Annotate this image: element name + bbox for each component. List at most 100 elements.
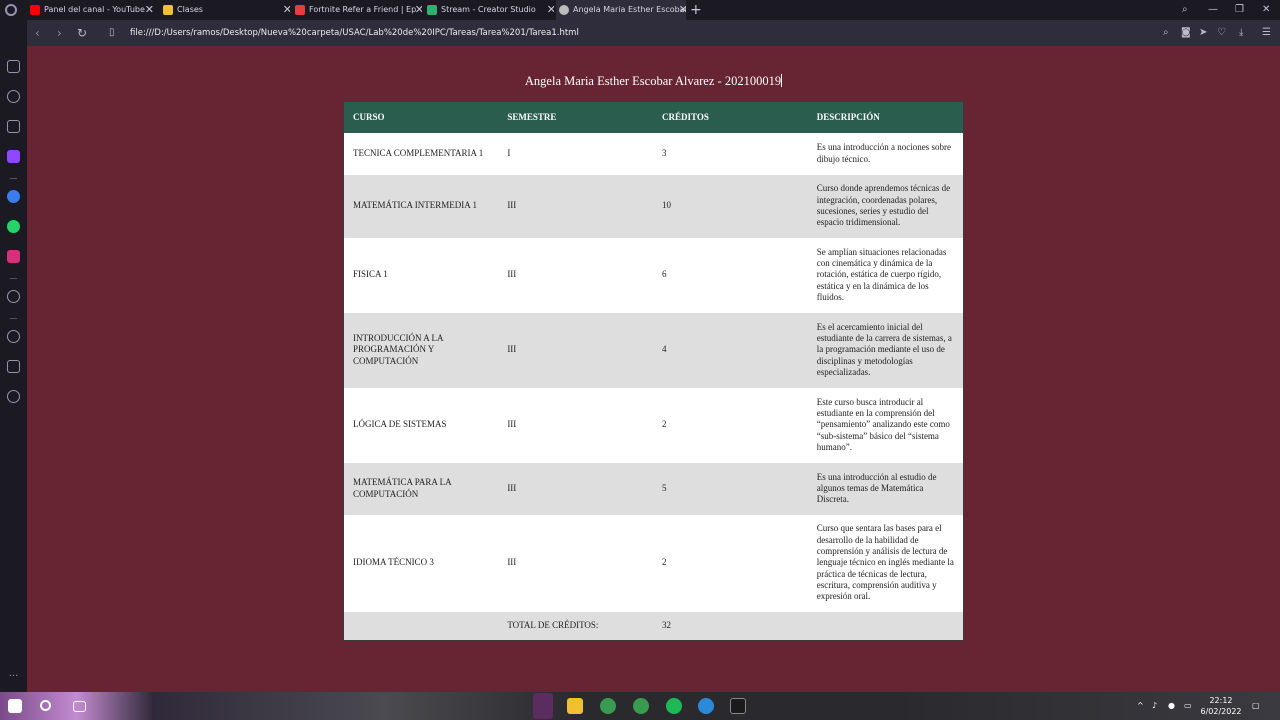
close-icon[interactable]: ✕ xyxy=(547,0,554,20)
opera-logo-icon[interactable] xyxy=(5,4,17,16)
windows-start-icon[interactable] xyxy=(8,699,22,713)
notifications-icon[interactable]: ▢ xyxy=(1252,699,1260,713)
tab-fortnite[interactable]: Fortnite Refer a Friend | Ep ✕ xyxy=(292,0,422,20)
clock-date[interactable]: 6/02/2022 xyxy=(1200,705,1242,719)
cell-descripcion: Curso donde aprendemos técnicas de integ… xyxy=(807,174,964,238)
edge-icon[interactable] xyxy=(698,698,714,714)
tab-title: Panel del canal - YouTube xyxy=(44,5,145,14)
tab-active[interactable]: Angela Maria Esther Escobar ✕ xyxy=(556,0,686,20)
table-row: MATEMÁTICA PARA LA COMPUTACIÓN III 5 Es … xyxy=(343,462,964,515)
cell-curso: IDIOMA TÉCNICO 3 xyxy=(343,514,499,612)
file-explorer-icon[interactable] xyxy=(567,698,583,714)
cell-curso: LÓGICA DE SISTEMAS xyxy=(343,387,499,463)
search-tabs-icon[interactable]: ⌕ xyxy=(1182,0,1188,20)
search-icon[interactable] xyxy=(40,700,51,711)
text-caret xyxy=(781,74,783,87)
header-creditos: CRÉDITOS xyxy=(653,101,808,133)
sidebar-divider xyxy=(10,178,17,179)
cell-creditos: 2 xyxy=(653,514,808,612)
sidebar-divider xyxy=(10,278,17,279)
tab-bar: Panel del canal - YouTube ✕ Clases ✕ For… xyxy=(0,0,1280,20)
download-icon[interactable]: ⤓ xyxy=(1239,20,1243,46)
send-icon[interactable]: ➤ xyxy=(1199,20,1207,46)
table-row: TECNICA COMPLEMENTARIA 1 I 3 Es una intr… xyxy=(343,132,964,175)
chrome-icon[interactable] xyxy=(600,698,616,714)
back-icon[interactable]: ‹ xyxy=(35,20,40,46)
cell-semestre: III xyxy=(498,387,654,463)
close-icon[interactable]: ✕ xyxy=(679,0,686,20)
whatsapp-icon[interactable] xyxy=(7,220,20,233)
volume-icon[interactable]: ♪ xyxy=(1152,699,1157,713)
cell-semestre: III xyxy=(498,514,654,612)
briefcase-icon[interactable] xyxy=(7,120,20,133)
cell-empty xyxy=(343,611,499,641)
cell-descripcion: Es el acercamiento inicial del estudiant… xyxy=(807,312,964,388)
chrome-icon[interactable] xyxy=(633,698,649,714)
table-row: MATEMÁTICA INTERMEDIA 1 III 10 Curso don… xyxy=(343,174,964,238)
cell-semestre: III xyxy=(498,462,654,515)
menu-icon[interactable]: ☰ xyxy=(1262,20,1271,46)
minimize-icon[interactable]: — xyxy=(1208,0,1218,20)
sidebar: ··· xyxy=(0,20,27,692)
tray-chevron-icon[interactable]: ^ xyxy=(1137,699,1144,713)
messenger-icon[interactable] xyxy=(7,190,20,203)
cell-semestre: I xyxy=(498,132,654,175)
restore-icon[interactable]: ❐ xyxy=(1235,0,1244,20)
spotify-icon[interactable] xyxy=(666,698,682,714)
table-header-row: CURSO SEMESTRE CRÉDITOS DESCRIPCIÓN xyxy=(343,101,964,133)
player-icon[interactable] xyxy=(7,290,20,303)
search-icon[interactable]: ⌕ xyxy=(1163,20,1169,46)
history-icon[interactable] xyxy=(7,330,20,343)
close-icon[interactable]: ✕ xyxy=(145,0,154,20)
windows-taskbar: ^ ♪ ● ▭ 22:12 6/02/2022 ▢ xyxy=(0,692,1280,720)
speed-dial-icon[interactable] xyxy=(7,90,20,103)
total-row: TOTAL DE CRÉDITOS: 32 xyxy=(343,611,964,641)
close-icon[interactable]: ✕ xyxy=(415,0,422,20)
cell-creditos: 3 xyxy=(653,132,808,175)
microphone-icon[interactable]: ● xyxy=(1168,699,1175,713)
camera-icon[interactable]: ◙ xyxy=(1181,20,1191,46)
total-value: 32 xyxy=(653,611,808,641)
creator-studio-icon xyxy=(427,5,437,15)
network-icon[interactable]: ▭ xyxy=(1184,699,1192,713)
extensions-icon[interactable] xyxy=(7,360,20,373)
table-row: LÓGICA DE SISTEMAS III 2 Este curso busc… xyxy=(343,387,964,463)
globe-icon xyxy=(559,5,569,15)
tab-title: Fortnite Refer a Friend | Ep xyxy=(309,5,417,14)
page-heading: Angela Maria Esther Escobar Alvarez - 20… xyxy=(27,74,1280,89)
tab-clases[interactable]: Clases ✕ xyxy=(160,0,290,20)
more-icon[interactable]: ··· xyxy=(7,670,20,683)
cell-creditos: 6 xyxy=(653,237,808,313)
instagram-icon[interactable] xyxy=(7,250,20,263)
tab-creator-studio[interactable]: Stream - Creator Studio ✕ xyxy=(424,0,554,20)
cell-creditos: 2 xyxy=(653,387,808,463)
cell-curso: MATEMÁTICA INTERMEDIA 1 xyxy=(343,174,499,238)
url-field[interactable]: file:///D:/Users/ramos/Desktop/Nueva%20c… xyxy=(130,20,579,46)
header-semestre: SEMESTRE xyxy=(498,101,654,133)
settings-icon[interactable] xyxy=(7,390,20,403)
page-viewport: Angela Maria Esther Escobar Alvarez - 20… xyxy=(27,46,1280,692)
close-icon[interactable]: ✕ xyxy=(283,0,290,20)
cell-semestre: III xyxy=(498,312,654,388)
forward-icon[interactable]: › xyxy=(57,20,62,46)
terminal-icon[interactable] xyxy=(730,698,746,714)
reload-icon[interactable]: ↻ xyxy=(77,20,87,46)
heart-icon[interactable]: ♡ xyxy=(1217,20,1226,46)
gamepad-icon[interactable] xyxy=(7,60,20,73)
window-close-icon[interactable]: ✕ xyxy=(1262,0,1270,20)
cell-creditos: 5 xyxy=(653,462,808,515)
cell-descripcion: Curso que sentara las bases para el desa… xyxy=(807,514,964,612)
cell-descripcion: Es una introducción al estudio de alguno… xyxy=(807,462,964,515)
cell-descripcion: Se amplían situaciones relacionadas con … xyxy=(807,237,964,313)
tab-title: Angela Maria Esther Escobar xyxy=(573,5,686,14)
task-view-icon[interactable] xyxy=(73,701,86,712)
cell-creditos: 4 xyxy=(653,312,808,388)
opera-taskbar-icon[interactable] xyxy=(533,693,553,719)
table-row: FISICA 1 III 6 Se amplían situaciones re… xyxy=(343,237,964,313)
tab-youtube[interactable]: Panel del canal - YouTube ✕ xyxy=(27,0,157,20)
classroom-icon xyxy=(163,5,173,15)
cell-curso: FISICA 1 xyxy=(343,237,499,313)
new-tab-button[interactable]: + xyxy=(690,0,702,20)
twitch-icon[interactable] xyxy=(7,150,20,163)
fortnite-icon xyxy=(295,5,305,15)
